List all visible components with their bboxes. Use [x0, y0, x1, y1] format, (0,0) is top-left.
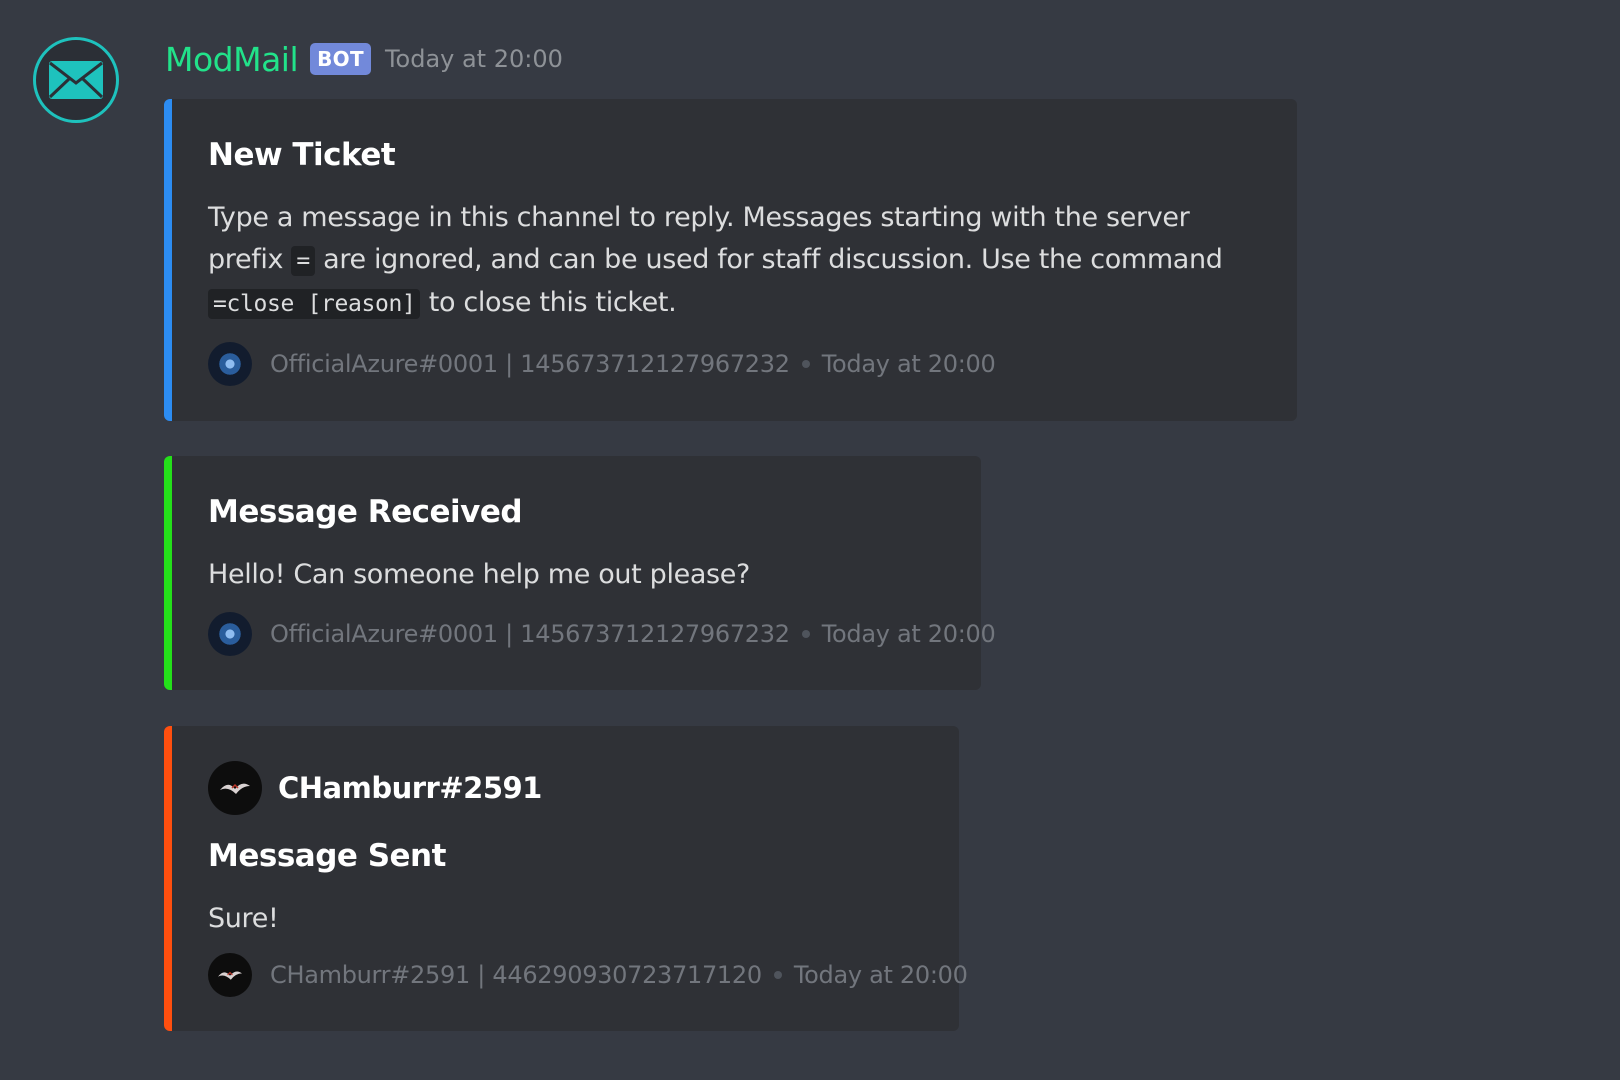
author-name[interactable]: CHamburr#2591 — [278, 771, 542, 805]
footer-avatar — [208, 953, 252, 997]
inline-code-close-command: =close [reason] — [208, 289, 421, 319]
embed-footer: OfficialAzure#0001 | 145673712127967232 … — [208, 341, 996, 387]
embed-footer: CHamburr#2591 | 446290930723717120 Today… — [208, 952, 968, 998]
embed-title: New Ticket — [208, 137, 396, 173]
bot-avatar[interactable] — [33, 37, 119, 123]
footer-separator-dot — [801, 630, 810, 638]
footer-text: CHamburr#2591 | 446290930723717120 — [270, 961, 762, 989]
embed-author: CHamburr#2591 — [208, 760, 542, 816]
message-timestamp: Today at 20:00 — [384, 45, 563, 73]
footer-separator-dot — [773, 971, 782, 979]
bird-icon — [218, 971, 242, 980]
embed-message-sent: CHamburr#2591 Message Sent Sure! CHambur… — [164, 726, 968, 1031]
bot-badge: BOT — [310, 43, 371, 75]
bot-username[interactable]: ModMail — [165, 40, 299, 79]
embed-footer: OfficialAzure#0001 | 145673712127967232 … — [208, 611, 996, 657]
description-text: are ignored, and can be used for staff d… — [323, 244, 1223, 275]
embed-new-ticket: New Ticket Type a message in this channe… — [164, 99, 1297, 421]
embed-description: Sure! — [208, 903, 279, 934]
author-avatar[interactable] — [208, 761, 262, 815]
footer-text: OfficialAzure#0001 | 145673712127967232 — [270, 350, 790, 378]
bird-icon — [220, 783, 250, 794]
footer-avatar — [208, 612, 252, 656]
footer-text: OfficialAzure#0001 | 145673712127967232 — [270, 620, 790, 648]
message-header: ModMail BOT Today at 20:00 — [165, 36, 563, 82]
embed-title: Message Received — [208, 494, 523, 530]
footer-timestamp: Today at 20:00 — [793, 961, 968, 989]
footer-timestamp: Today at 20:00 — [821, 620, 996, 648]
chat-message: ModMail BOT Today at 20:00 New Ticket Ty… — [0, 0, 1620, 1080]
inline-code-prefix: = — [291, 246, 315, 276]
footer-avatar — [208, 342, 252, 386]
envelope-icon — [48, 61, 104, 99]
embed-message-received: Message Received Hello! Can someone help… — [164, 456, 996, 690]
embed-description: Type a message in this channel to reply.… — [208, 197, 1263, 325]
embed-title: Message Sent — [208, 838, 446, 874]
embed-description: Hello! Can someone help me out please? — [208, 559, 751, 590]
footer-separator-dot — [801, 360, 810, 368]
footer-timestamp: Today at 20:00 — [821, 350, 996, 378]
description-text: to close this ticket. — [428, 287, 677, 318]
